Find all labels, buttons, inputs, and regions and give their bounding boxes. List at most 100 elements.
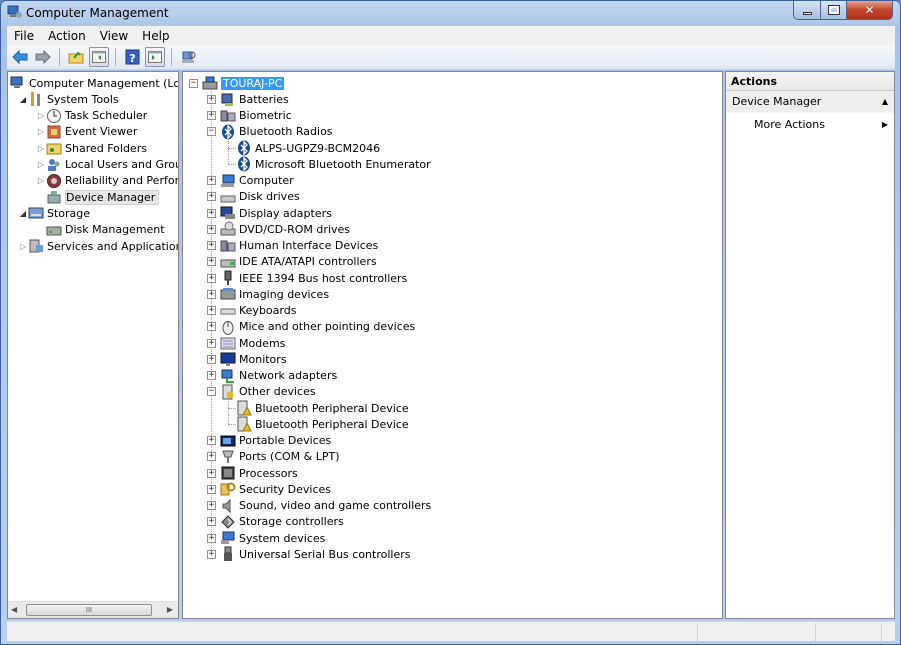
device-category[interactable]: + IDE ATA/ATAPI controllers [207, 254, 377, 270]
device-category[interactable]: + Computer [207, 173, 294, 189]
collapse-minus-icon[interactable]: − [189, 78, 198, 88]
collapsed-arrow-icon[interactable]: ▷ [18, 242, 28, 251]
expand-plus-icon[interactable]: + [207, 468, 216, 478]
expand-plus-icon[interactable]: + [207, 241, 216, 250]
device-category[interactable]: + System devices [207, 530, 325, 546]
device-item[interactable]: ALPS-UGPZ9-BCM2046 [236, 140, 380, 156]
expand-plus-icon[interactable]: + [207, 501, 216, 510]
expand-plus-icon[interactable]: + [207, 192, 216, 202]
scroll-left-arrow-icon[interactable]: ◀ [11, 605, 17, 614]
monitor-icon [220, 351, 236, 367]
collapsed-arrow-icon[interactable]: ▷ [36, 160, 46, 169]
device-category[interactable]: + Processors [207, 465, 298, 481]
device-category[interactable]: + IEEE 1394 Bus host controllers [207, 270, 407, 286]
scrollbar-thumb[interactable]: III [26, 604, 152, 616]
minimize-button[interactable] [793, 1, 821, 20]
device-category[interactable]: + Network adapters [207, 368, 337, 384]
expand-plus-icon[interactable]: + [207, 273, 216, 283]
up-one-level-button[interactable] [66, 47, 86, 67]
device-item[interactable]: Bluetooth Peripheral Device [236, 416, 409, 432]
device-category[interactable]: + Keyboards [207, 303, 296, 319]
device-item[interactable]: Bluetooth Peripheral Device [236, 400, 409, 416]
back-button[interactable] [10, 47, 30, 67]
tree-item-label: Shared Folders [65, 141, 147, 155]
device-category[interactable]: + Batteries [207, 91, 289, 107]
tree-item-disk-management[interactable]: Disk Management [36, 222, 165, 238]
device-category[interactable]: + Human Interface Devices [207, 238, 378, 254]
menu-action[interactable]: Action [41, 29, 93, 43]
expanded-arrow-icon[interactable]: ◢ [18, 209, 28, 218]
show-hide-action-pane-button[interactable] [145, 47, 165, 67]
expand-plus-icon[interactable]: + [207, 289, 216, 299]
expand-plus-icon[interactable]: + [207, 436, 216, 445]
collapsed-arrow-icon[interactable]: ▷ [36, 127, 46, 136]
horizontal-scrollbar[interactable]: ◀ III ▶ [8, 601, 178, 618]
help-button[interactable]: ? [122, 47, 142, 67]
device-category[interactable]: + Security Devices [207, 481, 331, 497]
scroll-right-arrow-icon[interactable]: ▶ [167, 605, 173, 614]
expand-plus-icon[interactable]: + [207, 484, 216, 494]
tree-item-services-and-applications[interactable]: ▷ Services and Applications [18, 238, 178, 254]
collapsed-arrow-icon[interactable]: ▷ [36, 111, 46, 120]
collapse-minus-icon[interactable]: − [207, 387, 216, 397]
expand-plus-icon[interactable]: + [207, 322, 216, 332]
device-category[interactable]: − Other devices [207, 384, 316, 400]
collapse-up-icon[interactable]: ▲ [882, 97, 888, 106]
menu-file[interactable]: File [7, 29, 41, 43]
tree-item-shared-folders[interactable]: ▷ Shared Folders [36, 140, 147, 156]
expand-plus-icon[interactable]: + [207, 354, 216, 364]
collapse-minus-icon[interactable]: − [207, 127, 216, 137]
device-category[interactable]: − Bluetooth Radios [207, 124, 333, 140]
device-category[interactable]: + Disk drives [207, 189, 300, 205]
tree-item-local-users-and-groups[interactable]: ▷ Local Users and Groups [36, 157, 178, 173]
device-item[interactable]: Microsoft Bluetooth Enumerator [236, 156, 431, 172]
expand-plus-icon[interactable]: + [207, 306, 216, 315]
tree-item-task-scheduler[interactable]: ▷ Task Scheduler [36, 108, 147, 124]
device-category[interactable]: + DVD/CD-ROM drives [207, 221, 350, 237]
scan-hardware-button[interactable] [178, 47, 198, 67]
device-category[interactable]: + Ports (COM & LPT) [207, 449, 340, 465]
close-button[interactable]: ✕ [847, 1, 893, 20]
expand-plus-icon[interactable]: + [207, 452, 216, 462]
device-category[interactable]: + Mice and other pointing devices [207, 319, 415, 335]
device-tree-root[interactable]: − TOURAJ-PC [189, 75, 285, 91]
expand-plus-icon[interactable]: + [207, 338, 216, 348]
maximize-button[interactable] [821, 1, 847, 20]
expand-plus-icon[interactable]: + [207, 533, 216, 543]
device-category[interactable]: + Imaging devices [207, 286, 329, 302]
warning-device-icon [236, 416, 252, 432]
menu-view[interactable]: View [93, 29, 135, 43]
device-category[interactable]: + Storage controllers [207, 514, 344, 530]
action-more-actions[interactable]: More Actions ▶ [726, 113, 894, 135]
expand-plus-icon[interactable]: + [207, 517, 216, 527]
device-category[interactable]: + Modems [207, 335, 285, 351]
expanded-arrow-icon[interactable]: ◢ [18, 95, 28, 104]
device-category[interactable]: + Monitors [207, 351, 287, 367]
tree-item-device-manager[interactable]: Device Manager [36, 189, 160, 205]
expand-plus-icon[interactable]: + [207, 111, 216, 120]
forward-button[interactable] [33, 47, 53, 67]
collapsed-arrow-icon[interactable]: ▷ [36, 176, 46, 185]
collapsed-arrow-icon[interactable]: ▷ [36, 144, 46, 153]
expand-plus-icon[interactable]: + [207, 371, 216, 380]
expand-plus-icon[interactable]: + [207, 94, 216, 104]
menu-help[interactable]: Help [135, 29, 176, 43]
device-category[interactable]: + Biometric [207, 108, 292, 124]
tree-item-computer-management-local[interactable]: Computer Management (Local [10, 75, 178, 91]
actions-group-device-manager[interactable]: Device Manager ▲ [726, 91, 894, 113]
expand-plus-icon[interactable]: + [207, 224, 216, 234]
tree-item-reliability-and-performa[interactable]: ▷ Reliability and Performa [36, 173, 178, 189]
expand-plus-icon[interactable]: + [207, 208, 216, 218]
show-hide-console-tree-button[interactable] [89, 47, 109, 67]
tree-item-system-tools[interactable]: ◢ System Tools [18, 91, 119, 107]
device-category[interactable]: + Sound, video and game controllers [207, 498, 431, 514]
expand-plus-icon[interactable]: + [207, 257, 216, 267]
tree-item-event-viewer[interactable]: ▷ Event Viewer [36, 124, 137, 140]
device-category[interactable]: + Display adapters [207, 205, 332, 221]
title-bar[interactable]: Computer Management ✕ [1, 1, 900, 25]
expand-plus-icon[interactable]: + [207, 549, 216, 559]
expand-plus-icon[interactable]: + [207, 176, 216, 185]
device-category[interactable]: + Portable Devices [207, 433, 331, 449]
tree-item-storage[interactable]: ◢ Storage [18, 205, 90, 221]
device-category[interactable]: + Universal Serial Bus controllers [207, 546, 410, 562]
